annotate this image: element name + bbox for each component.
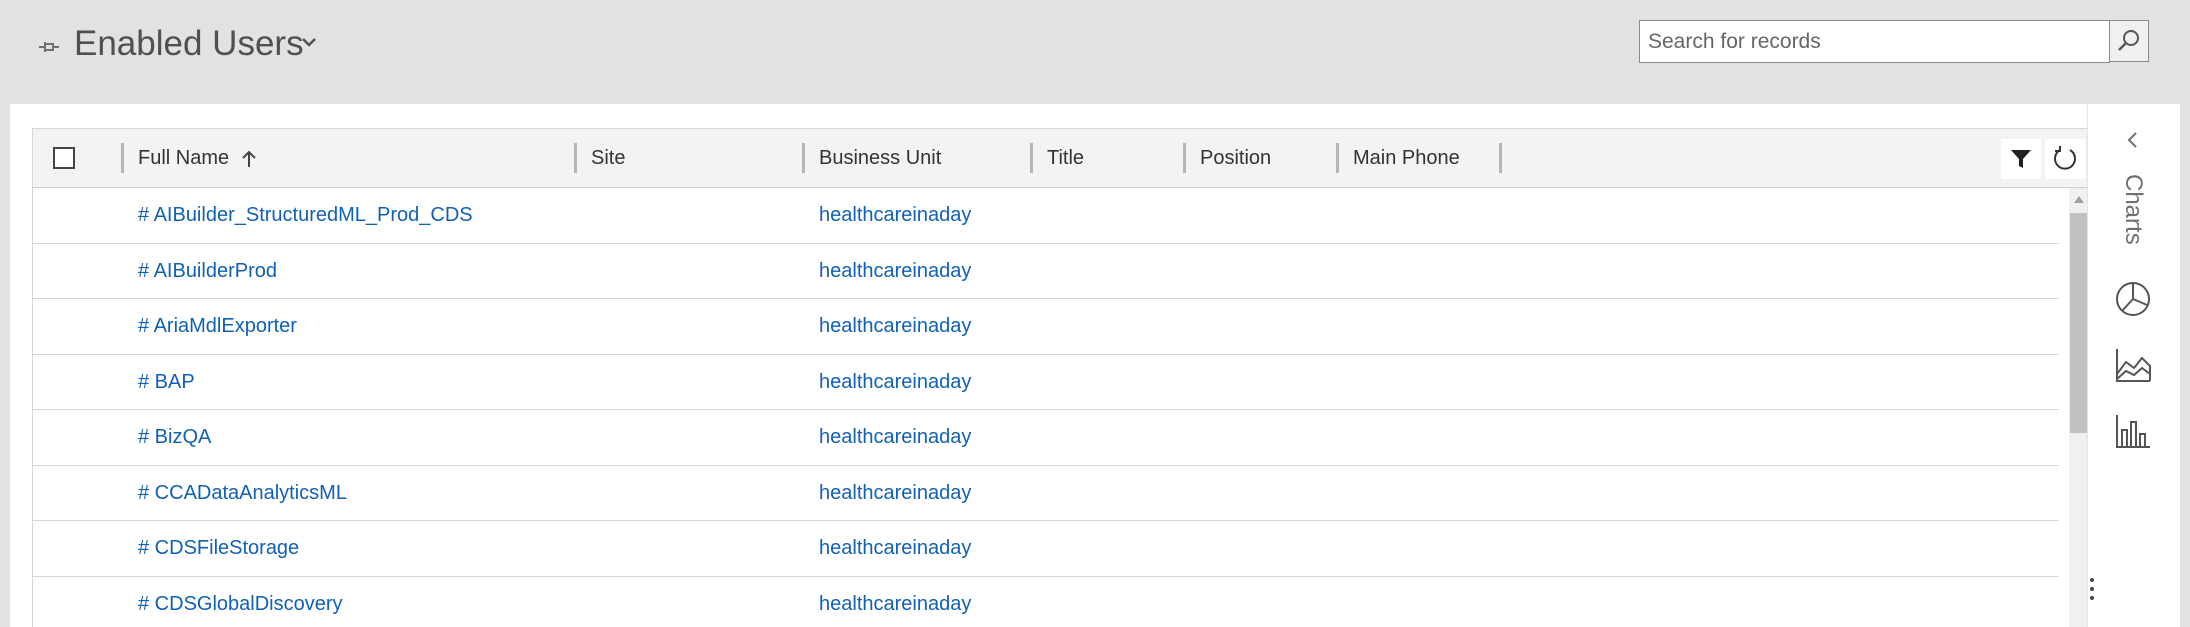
business-unit-link[interactable]: healthcareinaday bbox=[819, 410, 971, 464]
full-name-link[interactable]: # BAP bbox=[138, 355, 195, 409]
column-header-main-phone[interactable]: Main Phone bbox=[1353, 129, 1460, 188]
search-icon bbox=[2118, 30, 2139, 51]
column-header-site[interactable]: Site bbox=[591, 129, 625, 188]
vertical-scrollbar[interactable] bbox=[2069, 188, 2089, 627]
select-all-checkbox[interactable] bbox=[53, 147, 75, 169]
charts-pane: Charts bbox=[2087, 104, 2180, 627]
column-header-label: Main Phone bbox=[1353, 147, 1460, 169]
table-row[interactable]: # BAP healthcareinaday bbox=[33, 355, 2059, 410]
more-options-icon[interactable] bbox=[2088, 574, 2096, 604]
column-header-title[interactable]: Title bbox=[1047, 129, 1084, 188]
pie-chart-icon[interactable] bbox=[2112, 278, 2154, 320]
table-row[interactable]: # CDSGlobalDiscovery healthcareinaday bbox=[33, 577, 2059, 627]
full-name-link[interactable]: # BizQA bbox=[138, 410, 211, 464]
full-name-link[interactable]: # AIBuilderProd bbox=[138, 244, 277, 298]
column-header-label: Business Unit bbox=[819, 147, 942, 169]
column-header-full-name[interactable]: Full Name bbox=[138, 129, 257, 188]
grid-panel: Full Name Site Business Unit Title Posit… bbox=[10, 104, 2180, 627]
column-resizer[interactable] bbox=[121, 143, 124, 173]
refresh-icon bbox=[2054, 146, 2076, 170]
search-input[interactable] bbox=[1639, 20, 2110, 63]
column-header-label: Position bbox=[1200, 147, 1272, 169]
business-unit-link[interactable]: healthcareinaday bbox=[819, 521, 971, 575]
full-name-link[interactable]: # CCADataAnalyticsML bbox=[138, 466, 347, 520]
business-unit-link[interactable]: healthcareinaday bbox=[819, 466, 971, 520]
table-row[interactable]: # CCADataAnalyticsML healthcareinaday bbox=[33, 466, 2059, 521]
records-grid: Full Name Site Business Unit Title Posit… bbox=[32, 128, 2089, 627]
column-resizer[interactable] bbox=[574, 143, 577, 173]
table-row[interactable]: # BizQA healthcareinaday bbox=[33, 410, 2059, 466]
search-button[interactable] bbox=[2109, 20, 2149, 62]
full-name-link[interactable]: # AriaMdlExporter bbox=[138, 299, 297, 353]
business-unit-link[interactable]: healthcareinaday bbox=[819, 355, 971, 409]
column-resizer[interactable] bbox=[1183, 143, 1186, 173]
scroll-up-icon[interactable] bbox=[2074, 196, 2084, 203]
table-row[interactable]: # AriaMdlExporter healthcareinaday bbox=[33, 299, 2059, 355]
table-row[interactable]: # AIBuilder_StructuredML_Prod_CDS health… bbox=[33, 188, 2059, 244]
column-header-position[interactable]: Position bbox=[1200, 129, 1271, 188]
column-header-label: Full Name bbox=[138, 147, 230, 169]
area-chart-icon[interactable] bbox=[2112, 344, 2154, 386]
view-title[interactable]: Enabled Users bbox=[74, 20, 304, 68]
filter-button[interactable] bbox=[2001, 139, 2041, 179]
column-header-label: Title bbox=[1047, 147, 1085, 169]
pin-icon[interactable] bbox=[36, 34, 62, 60]
column-resizer[interactable] bbox=[1030, 143, 1033, 173]
chevron-down-icon[interactable] bbox=[300, 33, 318, 51]
sort-ascending-icon bbox=[241, 150, 256, 167]
table-row[interactable]: # CDSFileStorage healthcareinaday bbox=[33, 521, 2059, 577]
column-resizer[interactable] bbox=[1336, 143, 1339, 173]
column-resizer[interactable] bbox=[1499, 143, 1502, 173]
column-header-label: Site bbox=[591, 147, 626, 169]
grid-rows: # AIBuilder_StructuredML_Prod_CDS health… bbox=[33, 188, 2059, 627]
column-resizer[interactable] bbox=[802, 143, 805, 173]
refresh-button[interactable] bbox=[2045, 139, 2085, 179]
business-unit-link[interactable]: healthcareinaday bbox=[819, 188, 971, 242]
bar-chart-icon[interactable] bbox=[2112, 410, 2154, 452]
full-name-link[interactable]: # CDSGlobalDiscovery bbox=[138, 577, 343, 627]
filter-icon bbox=[2011, 150, 2031, 168]
view-header: Enabled Users bbox=[0, 0, 2190, 104]
column-header-business-unit[interactable]: Business Unit bbox=[819, 129, 941, 188]
grid-header: Full Name Site Business Unit Title Posit… bbox=[33, 129, 2089, 188]
charts-label[interactable]: Charts bbox=[2110, 174, 2156, 254]
table-row[interactable]: # AIBuilderProd healthcareinaday bbox=[33, 244, 2059, 299]
business-unit-link[interactable]: healthcareinaday bbox=[819, 299, 971, 353]
business-unit-link[interactable]: healthcareinaday bbox=[819, 244, 971, 298]
full-name-link[interactable]: # AIBuilder_StructuredML_Prod_CDS bbox=[138, 188, 473, 242]
scrollbar-thumb[interactable] bbox=[2070, 213, 2088, 433]
business-unit-link[interactable]: healthcareinaday bbox=[819, 577, 971, 627]
chevron-left-icon[interactable] bbox=[2124, 130, 2142, 150]
full-name-link[interactable]: # CDSFileStorage bbox=[138, 521, 299, 575]
